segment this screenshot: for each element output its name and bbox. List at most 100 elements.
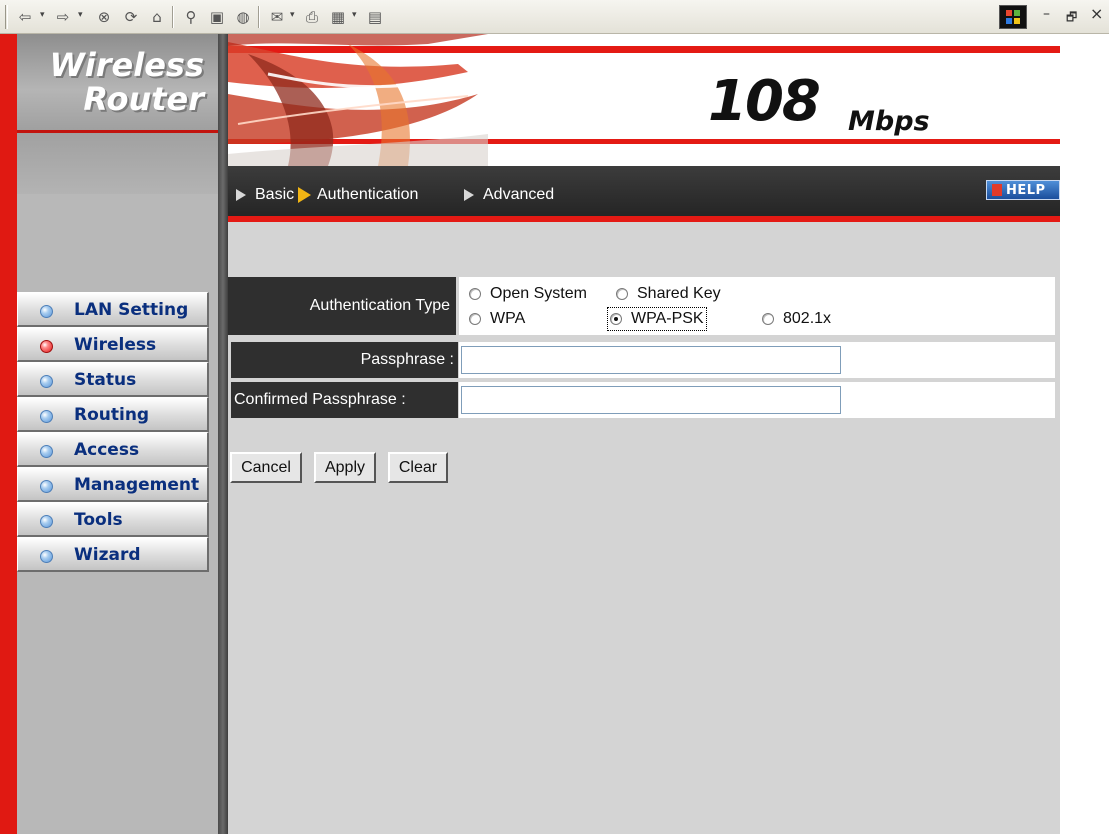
radio-open-system[interactable]: Open System — [469, 285, 587, 303]
cancel-button[interactable]: Cancel — [230, 452, 302, 483]
forward-icon[interactable]: ⇨ — [52, 6, 74, 28]
help-label: HELP — [1006, 182, 1046, 198]
sidebar-item-label: Status — [74, 370, 137, 390]
brand-line-2: Router — [83, 80, 204, 118]
history-icon[interactable]: ◍ — [232, 6, 254, 28]
brand-logo: Wireless Router — [17, 34, 218, 194]
passphrase-input[interactable] — [461, 346, 841, 374]
radio-wpa-psk[interactable]: WPA-PSK — [607, 307, 707, 331]
bullet-icon — [40, 410, 53, 423]
tab-arrow-icon — [236, 189, 246, 201]
active-bullet-icon — [40, 340, 53, 353]
sidebar-item-label: Management — [74, 475, 200, 495]
radio-circle-icon — [762, 313, 774, 325]
browser-toolbar: ⇦ ▾ ⇨ ▾ ⊗ ⟳ ⌂ ⚲ ▣ ◍ ✉ ▾ ⎙ ▦ ▾ ▤ – 🗗 × — [0, 0, 1109, 34]
confirmed-passphrase-cell — [459, 382, 1055, 418]
radio-label: Open System — [490, 285, 587, 302]
minimize-icon[interactable]: – — [1043, 6, 1050, 22]
sidebar-divider — [218, 34, 228, 834]
search-icon[interactable]: ⚲ — [180, 6, 202, 28]
radio-circle-icon — [469, 288, 481, 300]
radio-circle-checked-icon — [610, 313, 622, 325]
sidebar-item-access[interactable]: Access — [17, 432, 209, 467]
sidebar-item-management[interactable]: Management — [17, 467, 209, 502]
sidebar-item-routing[interactable]: Routing — [17, 397, 209, 432]
tab-label: Advanced — [483, 186, 555, 203]
refresh-icon[interactable]: ⟳ — [120, 6, 142, 28]
tab-label: Authentication — [317, 186, 419, 203]
bullet-icon — [40, 550, 53, 563]
sidebar-item-label: Tools — [74, 510, 123, 530]
passphrase-label-text: Passphrase : — [360, 351, 454, 368]
confirmed-passphrase-label-text: Confirmed Passphrase : — [234, 391, 406, 408]
edit-icon[interactable]: ▦ — [327, 6, 349, 28]
banner-speed: 108 — [708, 69, 821, 134]
back-dropdown-icon[interactable]: ▾ — [40, 10, 45, 20]
tab-advanced[interactable]: Advanced — [464, 186, 554, 204]
sidebar-item-wireless[interactable]: Wireless — [17, 327, 209, 362]
favorites-icon[interactable]: ▣ — [206, 6, 228, 28]
sidebar-item-lan-setting[interactable]: LAN Setting — [17, 292, 209, 327]
authentication-type-label-text: Authentication Type — [309, 297, 450, 314]
header-banner: 108 Mbps — [228, 34, 1060, 166]
discuss-icon[interactable]: ▤ — [364, 6, 386, 28]
help-button[interactable]: HELP — [986, 180, 1060, 200]
sidebar-item-label: Wizard — [74, 545, 141, 565]
tab-authentication[interactable]: Authentication — [298, 186, 418, 204]
sidebar-item-label: LAN Setting — [74, 300, 189, 320]
main-content: Authentication Type Open System Shared K… — [228, 222, 1060, 834]
sidebar: Wireless Router LAN Setting Wireless Sta… — [17, 34, 218, 834]
back-icon[interactable]: ⇦ — [14, 6, 36, 28]
banner-swoosh-graphic — [228, 34, 1060, 166]
toolbar-grip[interactable] — [5, 5, 8, 29]
confirmed-passphrase-input[interactable] — [461, 386, 841, 414]
sidebar-item-label: Routing — [74, 405, 150, 425]
bullet-icon — [40, 480, 53, 493]
sidebar-item-label: Wireless — [74, 335, 157, 355]
apply-button[interactable]: Apply — [314, 452, 376, 483]
mail-icon[interactable]: ✉ — [266, 6, 288, 28]
bullet-icon — [40, 515, 53, 528]
tab-label: Basic — [255, 186, 295, 203]
mail-dropdown-icon[interactable]: ▾ — [290, 10, 295, 20]
sidebar-item-wizard[interactable]: Wizard — [17, 537, 209, 572]
left-accent-stripe — [0, 34, 17, 834]
right-page-margin — [1060, 34, 1109, 834]
subnav-bar: Basic Authentication Advanced HELP — [228, 166, 1060, 222]
clear-button[interactable]: Clear — [388, 452, 448, 483]
brand-line-1: Wireless — [49, 46, 204, 84]
authentication-type-label: Authentication Type — [228, 277, 456, 335]
forward-dropdown-icon[interactable]: ▾ — [78, 10, 83, 20]
sidebar-item-tools[interactable]: Tools — [17, 502, 209, 537]
bullet-icon — [40, 445, 53, 458]
radio-shared-key[interactable]: Shared Key — [616, 285, 721, 303]
toolbar-separator — [172, 6, 174, 28]
tab-arrow-icon — [464, 189, 474, 201]
help-icon — [992, 184, 1002, 196]
bullet-icon — [40, 375, 53, 388]
radio-circle-icon — [616, 288, 628, 300]
radio-label: WPA-PSK — [631, 310, 704, 327]
bullet-icon — [40, 305, 53, 318]
radio-802-1x[interactable]: 802.1x — [762, 310, 831, 328]
close-icon[interactable]: × — [1090, 4, 1103, 23]
radio-circle-icon — [469, 313, 481, 325]
print-icon[interactable]: ⎙ — [301, 6, 323, 28]
authentication-type-options: Open System Shared Key WPA WPA-PSK 802.1… — [459, 277, 1055, 335]
tab-basic[interactable]: Basic — [236, 186, 294, 204]
edit-dropdown-icon[interactable]: ▾ — [352, 10, 357, 20]
toolbar-separator — [258, 6, 260, 28]
radio-wpa[interactable]: WPA — [469, 310, 525, 328]
passphrase-cell — [459, 342, 1055, 378]
brand-red-line — [17, 130, 218, 133]
sidebar-item-label: Access — [74, 440, 140, 460]
sidebar-item-status[interactable]: Status — [17, 362, 209, 397]
sidebar-nav: LAN Setting Wireless Status Routing Acce… — [17, 292, 209, 572]
passphrase-label: Passphrase : — [231, 342, 458, 378]
radio-label: WPA — [490, 310, 526, 327]
confirmed-passphrase-label: Confirmed Passphrase : — [231, 382, 458, 418]
windows-logo-icon — [999, 5, 1027, 29]
stop-icon[interactable]: ⊗ — [93, 6, 115, 28]
home-icon[interactable]: ⌂ — [146, 6, 168, 28]
restore-icon[interactable]: 🗗 — [1066, 8, 1077, 29]
